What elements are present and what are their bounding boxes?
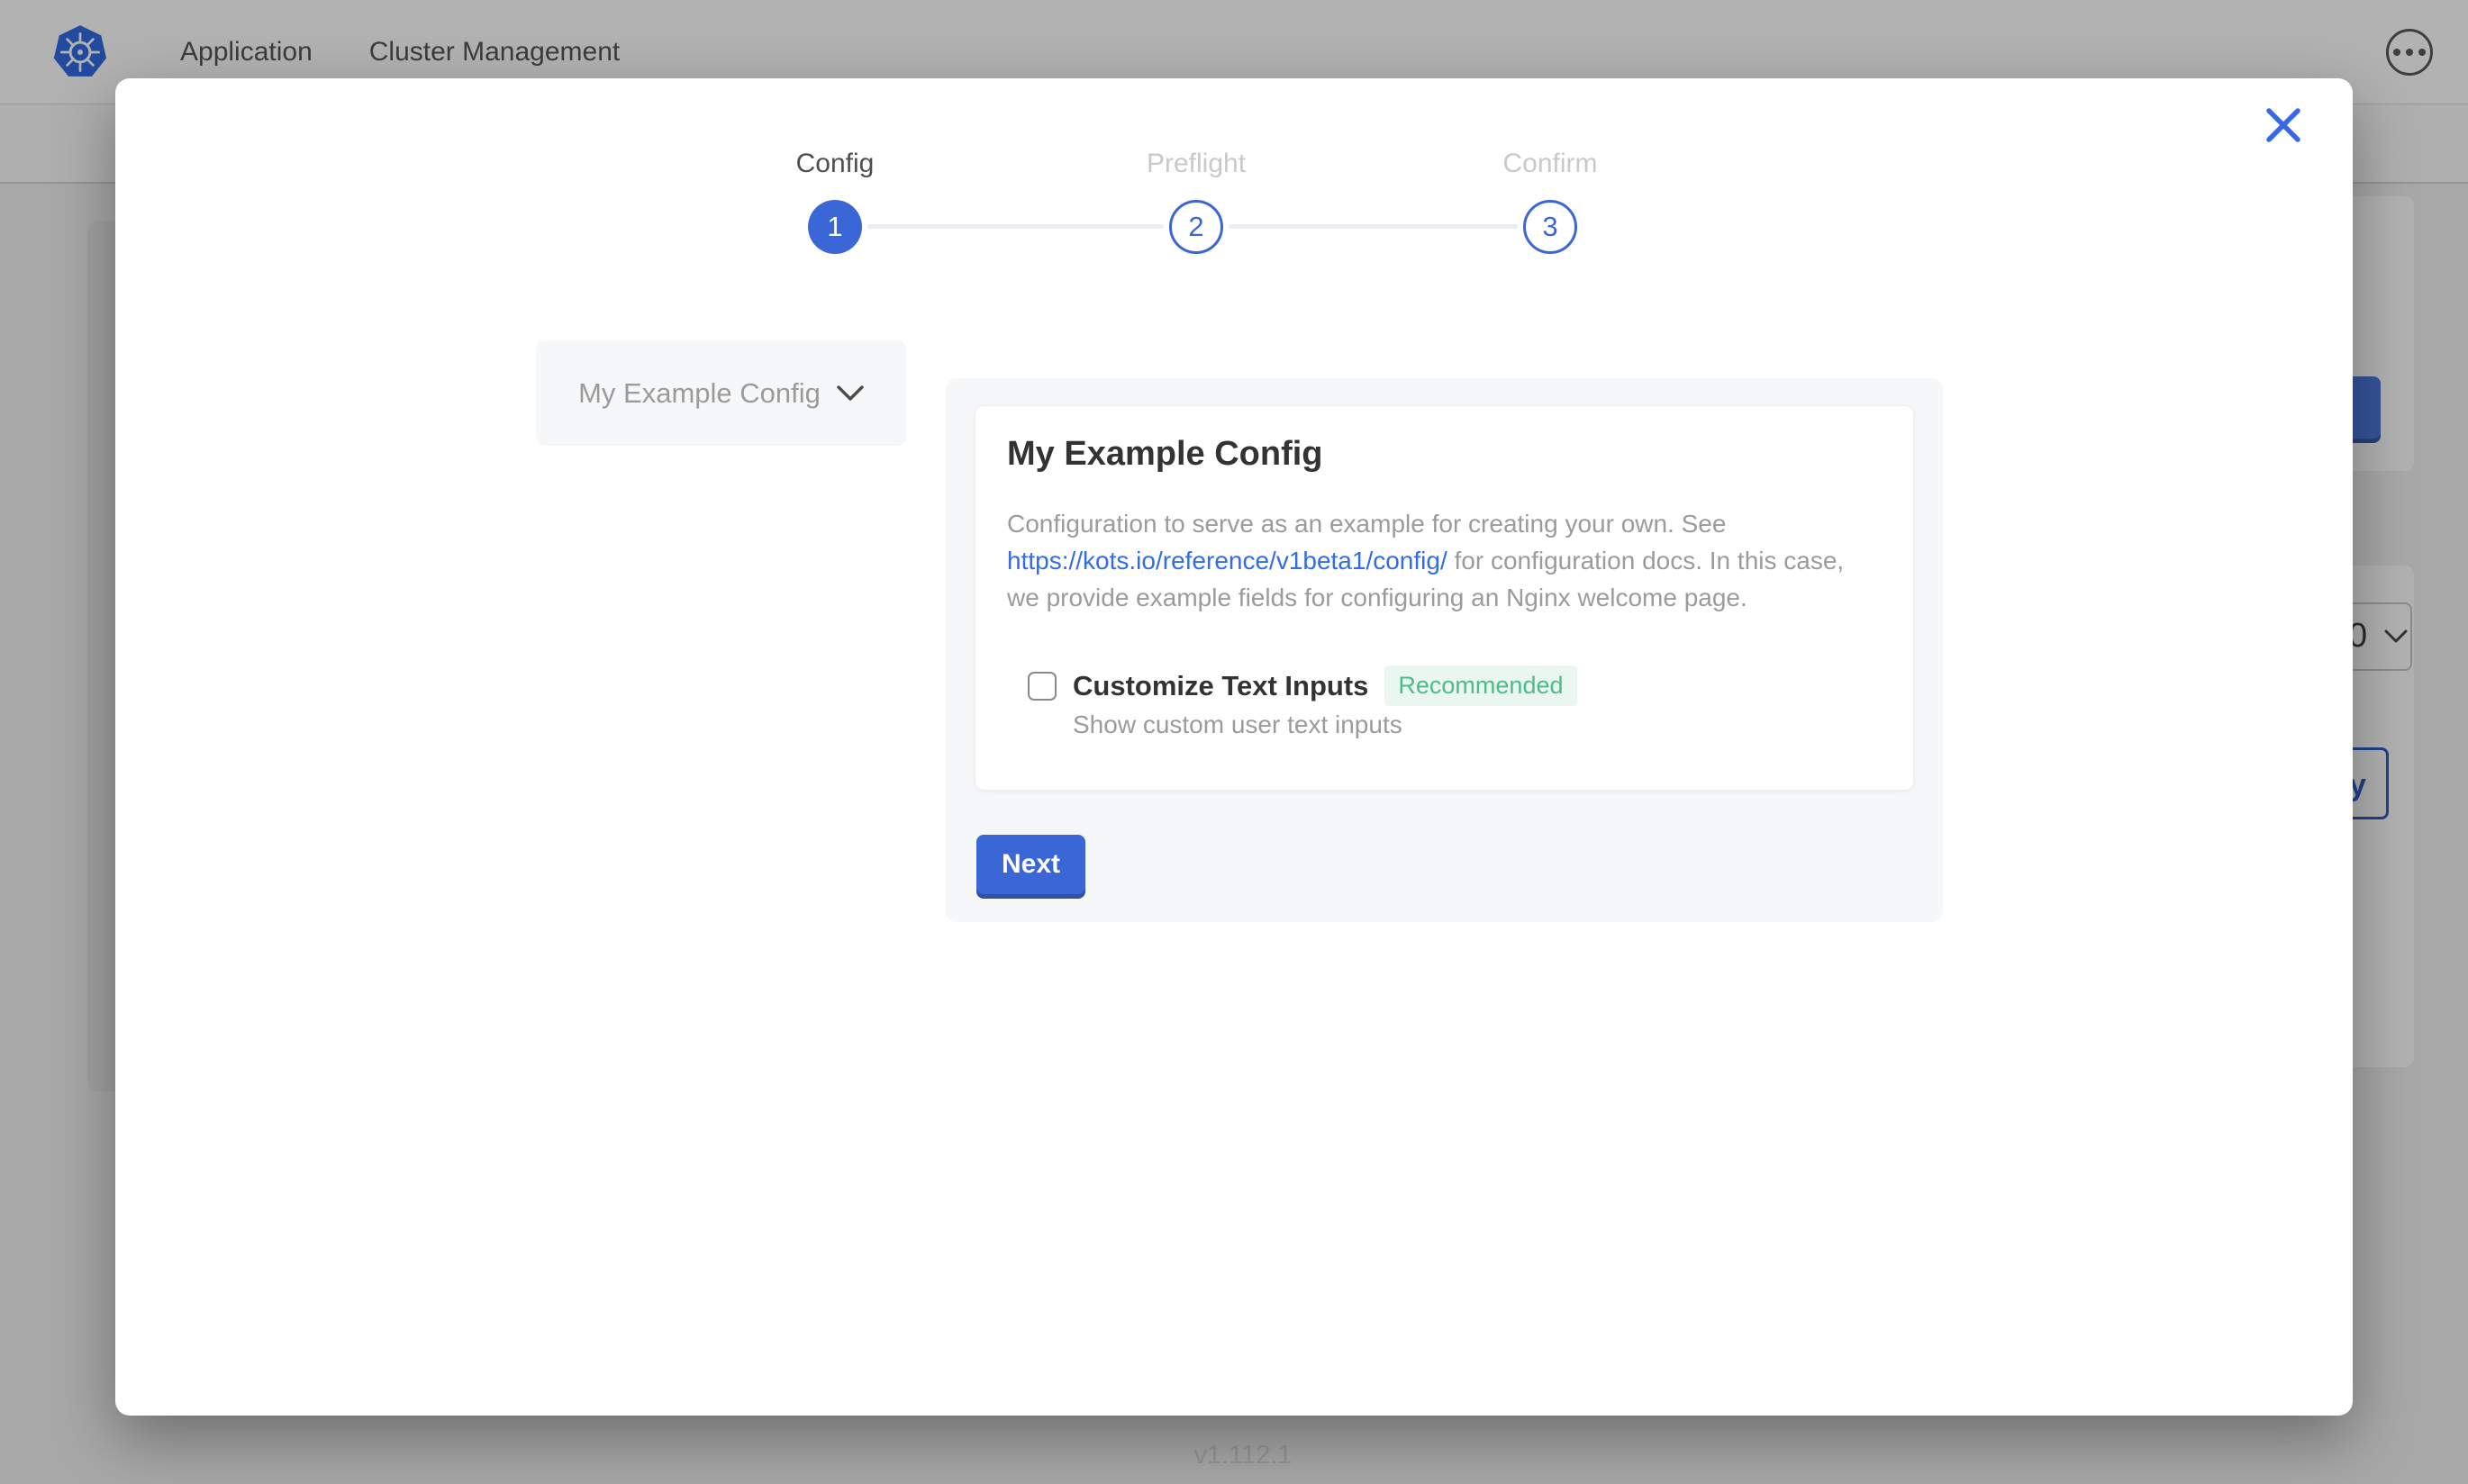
step-label-config: Config bbox=[727, 149, 943, 179]
close-icon[interactable] bbox=[2264, 105, 2303, 145]
step-label-confirm: Confirm bbox=[1442, 149, 1658, 179]
step-circle-1: 1 bbox=[808, 200, 862, 254]
step-connector-1 bbox=[867, 224, 1164, 229]
step-circle-2: 2 bbox=[1169, 200, 1223, 254]
screen: Application Cluster Management 0 y v1.11… bbox=[0, 0, 2468, 1484]
next-button[interactable]: Next bbox=[976, 835, 1085, 894]
config-group-title: My Example Config bbox=[1007, 435, 1323, 474]
description-line3: we provide example fields for configurin… bbox=[1007, 584, 1747, 611]
customize-text-inputs-row: Customize Text Inputs Recommended bbox=[1028, 665, 1577, 706]
step-label-preflight: Preflight bbox=[1088, 149, 1304, 179]
config-wizard-modal: Config Preflight Confirm 1 2 3 My Exampl… bbox=[115, 78, 2353, 1416]
recommended-badge: Recommended bbox=[1384, 665, 1576, 706]
config-group-card: My Example Config Configuration to serve… bbox=[975, 405, 1914, 791]
customize-text-inputs-label[interactable]: Customize Text Inputs bbox=[1073, 670, 1368, 702]
step-circle-3: 3 bbox=[1523, 200, 1577, 254]
description-line1: Configuration to serve as an example for… bbox=[1007, 510, 1726, 538]
config-group-selector-label: My Example Config bbox=[578, 377, 821, 410]
config-group-selector[interactable]: My Example Config bbox=[536, 340, 906, 446]
config-panel: My Example Config Configuration to serve… bbox=[946, 378, 1943, 922]
description-line2: for configuration docs. In this case, bbox=[1447, 547, 1844, 575]
customize-text-inputs-checkbox[interactable] bbox=[1028, 672, 1057, 701]
step-connector-2 bbox=[1229, 224, 1518, 229]
config-group-description: Configuration to serve as an example for… bbox=[1007, 505, 1894, 616]
chevron-down-icon bbox=[837, 385, 864, 402]
customize-text-inputs-help: Show custom user text inputs bbox=[1073, 710, 1402, 739]
config-docs-link[interactable]: https://kots.io/reference/v1beta1/config… bbox=[1007, 547, 1447, 575]
